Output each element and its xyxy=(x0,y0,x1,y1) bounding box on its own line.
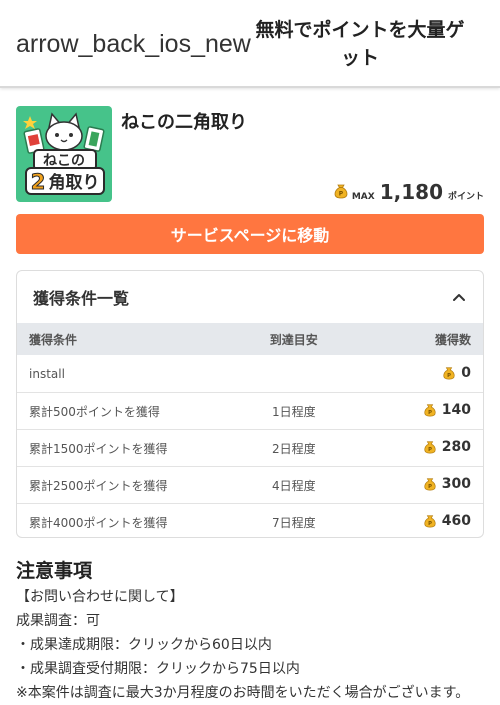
cat-mahjong-logo-icon: ねこの 2 角取り xyxy=(16,106,112,202)
svg-text:ねこの: ねこの xyxy=(43,153,85,169)
svg-text:P: P xyxy=(428,410,432,416)
points-unit: ポイント xyxy=(447,192,484,202)
service-page-button[interactable]: サービスページに移動 xyxy=(16,214,484,254)
svg-text:P: P xyxy=(428,447,432,453)
points-value: 300 xyxy=(441,476,471,492)
coin-bag-icon: P xyxy=(424,515,436,528)
max-value: 1,180 xyxy=(379,180,443,204)
arrow-back-icon[interactable]: arrow_back_ios_new xyxy=(16,30,251,59)
notes-body: 【お問い合わせに関して】 成果調査：可 ・成果達成期限：クリックから60日以内 … xyxy=(16,585,496,705)
eta-cell: 4日程度 xyxy=(271,478,316,493)
condition-cell: install xyxy=(29,366,65,381)
points-cell: P 280 xyxy=(371,439,483,457)
note-line: ※本案件は調査に最大3か月程度のお時間をいただく場合がございます。 xyxy=(16,685,470,701)
max-label: MAX xyxy=(351,192,375,202)
conditions-header[interactable]: 獲得条件一覧 xyxy=(17,271,483,323)
coin-bag-icon: P xyxy=(424,441,436,454)
points-cell: P 140 xyxy=(371,402,483,420)
coin-bag-icon: P xyxy=(424,404,436,417)
note-line: ・成果調査受付期限：クリックから75日以内 xyxy=(16,661,300,677)
coin-bag-icon: P xyxy=(424,478,436,491)
note-line: 【お問い合わせに関して】 xyxy=(16,589,184,605)
eta-cell: 7日程度 xyxy=(271,515,316,530)
svg-text:P: P xyxy=(428,484,432,490)
column-header: 到達目安 xyxy=(269,332,318,347)
table-row: install P 0 xyxy=(17,355,483,392)
condition-cell: 累計500ポイントを獲得 xyxy=(29,404,160,419)
svg-text:P: P xyxy=(339,191,344,198)
points-value: 460 xyxy=(441,513,471,529)
svg-text:P: P xyxy=(428,521,432,527)
table-body: install P 0 累計500ポイントを獲得 1日程度 P 140 累計15… xyxy=(17,355,483,537)
app-name: ねこの二角取り xyxy=(121,112,247,133)
points-value: 0 xyxy=(461,364,471,381)
table-row: 累計4000ポイントを獲得 7日程度 P 460 xyxy=(17,503,483,537)
table-header: 獲得条件 到達目安 獲得数 xyxy=(17,323,483,355)
app-header: arrow_back_ios_new 無料でポイントを大量ゲット xyxy=(0,0,500,88)
max-points: P MAX 1,180 ポイント xyxy=(333,180,484,204)
svg-text:P: P xyxy=(447,372,451,378)
conditions-panel: 獲得条件一覧 獲得条件 到達目安 獲得数 install P 0 累計500ポイ… xyxy=(16,270,484,538)
points-cell: P 0 xyxy=(371,365,483,383)
points-cell: P 300 xyxy=(371,476,483,494)
eta-cell: 1日程度 xyxy=(271,404,316,419)
app-icon: ねこの 2 角取り xyxy=(16,106,112,202)
conditions-title: 獲得条件一覧 xyxy=(33,289,130,308)
points-value: 140 xyxy=(441,402,471,418)
condition-cell: 累計1500ポイントを獲得 xyxy=(29,441,168,456)
condition-cell: 累計2500ポイントを獲得 xyxy=(29,478,168,493)
svg-text:角取り: 角取り xyxy=(49,172,100,193)
table-row: 累計500ポイントを獲得 1日程度 P 140 xyxy=(17,392,483,429)
points-cell: P 460 xyxy=(371,513,483,531)
coin-bag-icon: P xyxy=(334,184,348,199)
eta-cell: 2日程度 xyxy=(271,441,316,456)
chevron-up-icon[interactable] xyxy=(449,287,469,307)
column-header: 獲得条件 xyxy=(29,332,78,347)
page-title: 無料でポイントを大量ゲット xyxy=(255,19,465,69)
note-line: 成果調査：可 xyxy=(16,613,100,629)
points-value: 280 xyxy=(441,439,471,455)
coin-bag-icon: P xyxy=(443,366,455,379)
condition-cell: 累計4000ポイントを獲得 xyxy=(29,515,168,530)
table-row: 累計2500ポイントを獲得 4日程度 P 300 xyxy=(17,466,483,503)
notes-title: 注意事項 xyxy=(16,560,93,582)
table-row: 累計1500ポイントを獲得 2日程度 P 280 xyxy=(17,429,483,466)
column-header: 獲得数 xyxy=(434,332,471,347)
note-line: ・成果達成期限：クリックから60日以内 xyxy=(16,637,272,653)
svg-text:2: 2 xyxy=(31,170,46,194)
